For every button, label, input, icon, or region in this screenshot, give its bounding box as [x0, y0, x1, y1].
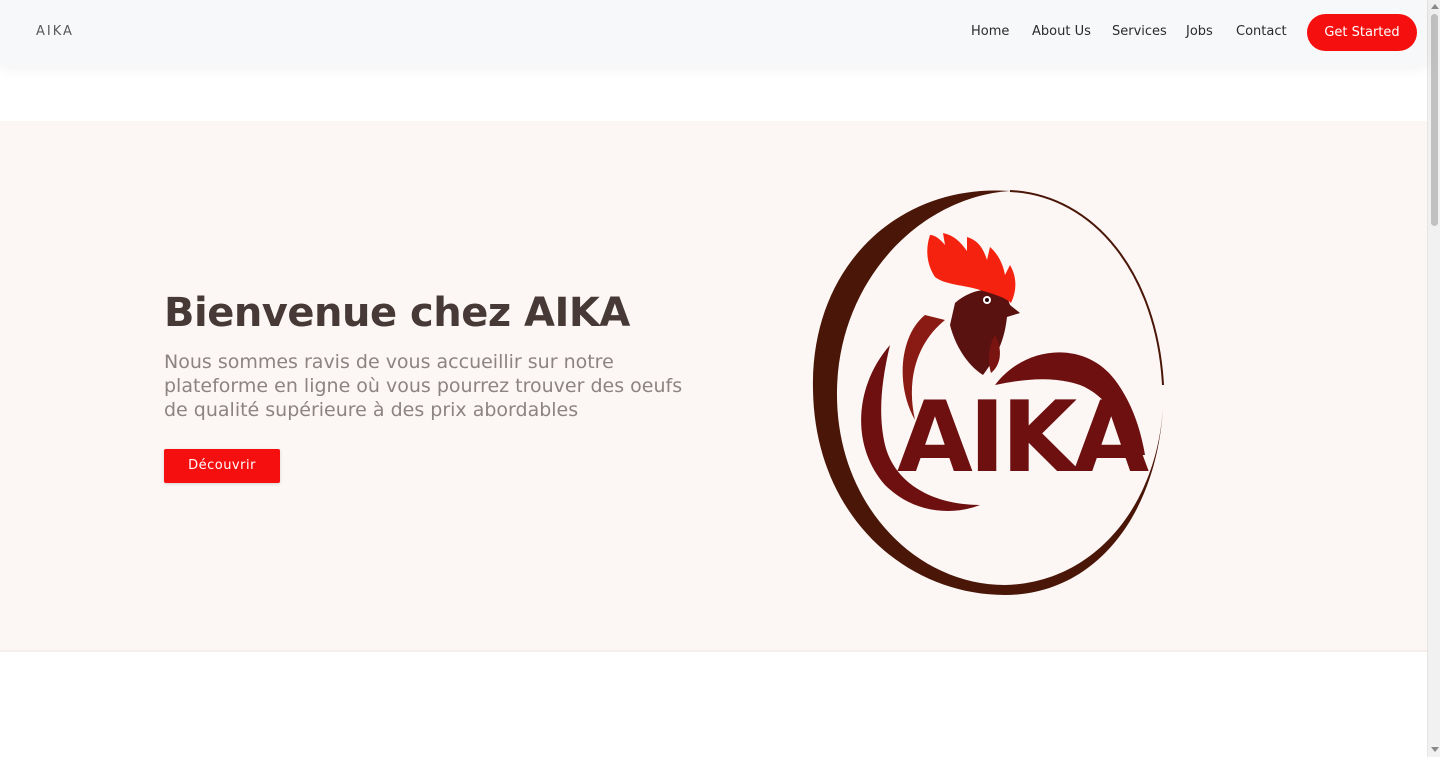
hero-subtitle: Nous sommes ravis de vous accueillir sur… — [164, 351, 683, 421]
logo-text: AIKA — [897, 381, 1149, 495]
site-header: AIKA Home About Us Services Jobs Contact… — [0, 0, 1427, 66]
nav-link-jobs[interactable]: Jobs — [1186, 24, 1213, 39]
get-started-button[interactable]: Get Started — [1307, 14, 1417, 51]
scroll-thumb[interactable] — [1431, 14, 1438, 226]
rooster-logo-icon: AIKA — [805, 185, 1170, 600]
discover-button[interactable]: Découvrir — [164, 449, 280, 483]
nav-link-contact[interactable]: Contact — [1236, 24, 1287, 39]
main-nav: Home About Us Services Jobs Contact Get … — [0, 0, 1427, 66]
nav-link-about-us[interactable]: About Us — [1032, 24, 1091, 39]
nav-link-services[interactable]: Services — [1112, 24, 1167, 39]
page-scrollbar[interactable] — [1427, 0, 1440, 757]
hero-title: Bienvenue chez AIKA — [164, 290, 630, 336]
nav-link-home[interactable]: Home — [971, 24, 1009, 39]
scroll-up-icon[interactable] — [1431, 4, 1439, 9]
section-divider — [0, 650, 1427, 652]
scroll-down-icon[interactable] — [1431, 747, 1439, 752]
